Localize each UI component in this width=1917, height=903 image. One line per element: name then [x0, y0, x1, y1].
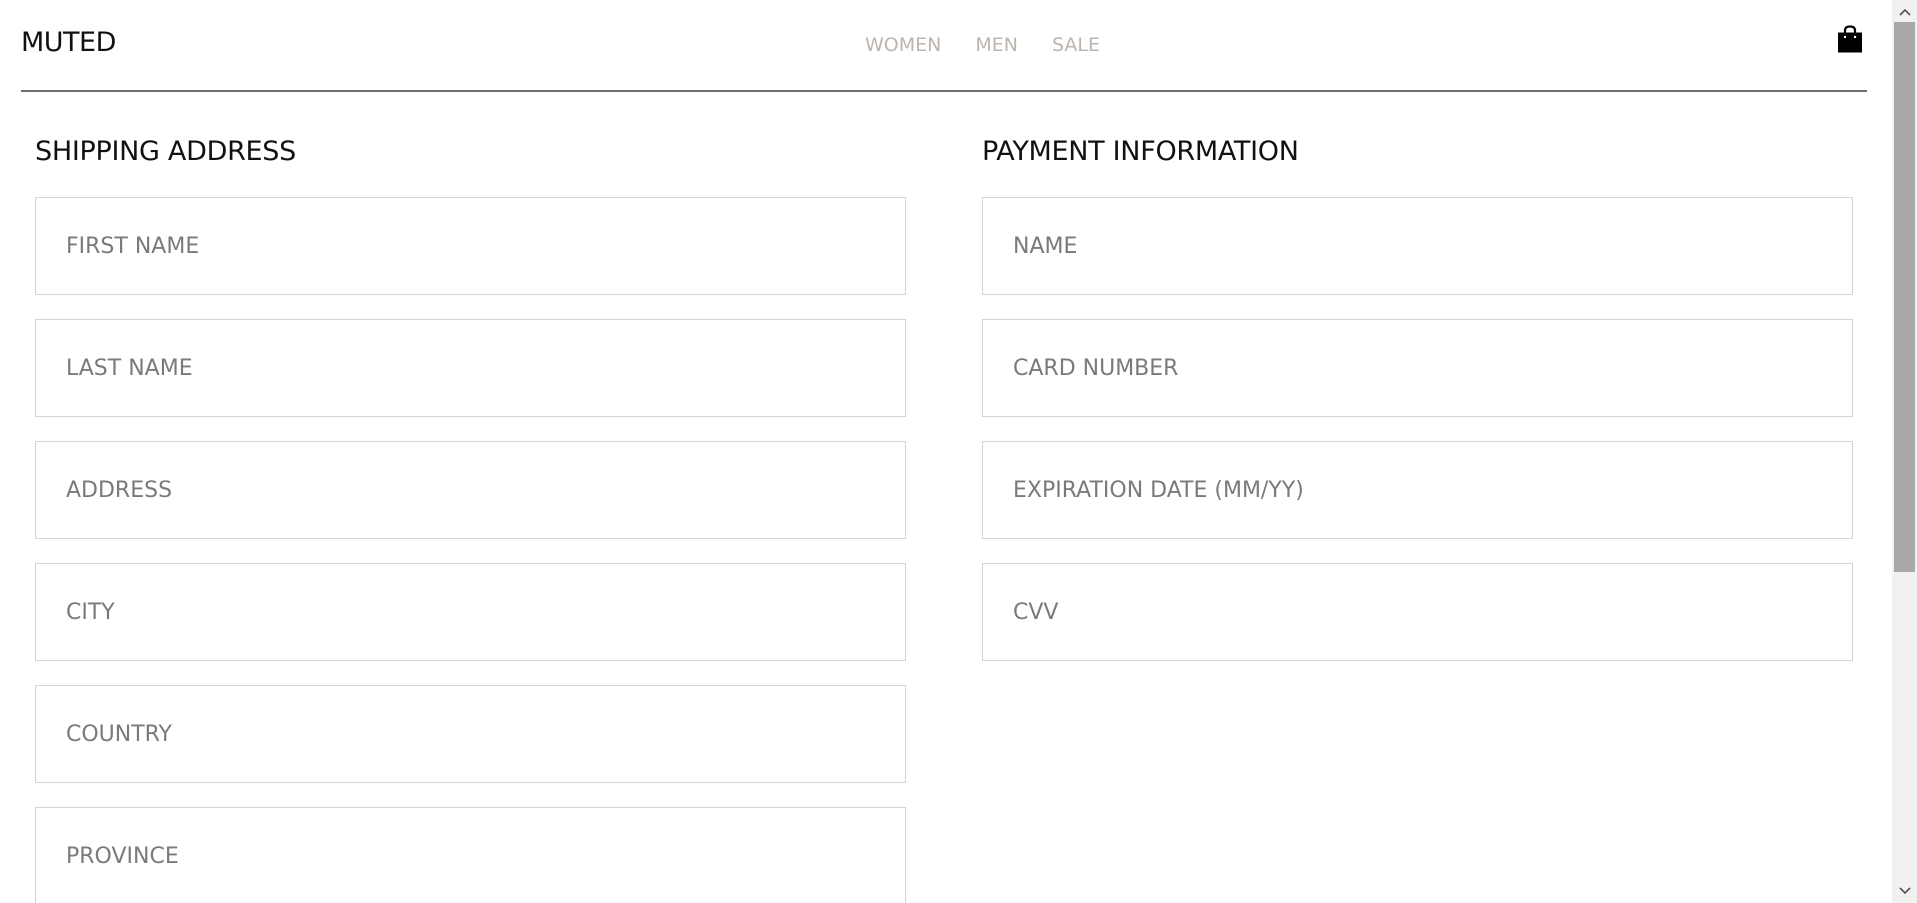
expiration-date-input[interactable]	[983, 442, 1852, 538]
brand-logo[interactable]: MUTED	[21, 27, 116, 59]
first-name-field	[35, 197, 906, 295]
card-number-field	[982, 319, 1853, 417]
cvv-input[interactable]	[983, 564, 1852, 660]
checkout-page: MUTED WOMEN MEN SALE SHIPPING ADDRESS FI…	[0, 0, 1917, 903]
site-header: MUTED WOMEN MEN SALE	[21, 0, 1867, 92]
card-name-input[interactable]	[983, 198, 1852, 294]
shipping-address-title: SHIPPING ADDRESS	[35, 136, 296, 167]
province-input[interactable]	[36, 808, 905, 903]
address-input[interactable]	[36, 442, 905, 538]
nav-link-women[interactable]: WOMEN	[865, 32, 941, 58]
nav-link-men[interactable]: MEN	[975, 32, 1018, 58]
card-number-input[interactable]	[983, 320, 1852, 416]
city-input[interactable]	[36, 564, 905, 660]
city-field	[35, 563, 906, 661]
address-field	[35, 441, 906, 539]
chevron-down-icon[interactable]	[1892, 881, 1917, 901]
shopping-bag-icon[interactable]	[1835, 24, 1865, 54]
first-name-input[interactable]	[36, 198, 905, 294]
country-input[interactable]	[36, 686, 905, 782]
scrollbar-thumb[interactable]	[1894, 22, 1915, 572]
cvv-field	[982, 563, 1853, 661]
last-name-field	[35, 319, 906, 417]
last-name-input[interactable]	[36, 320, 905, 416]
country-field	[35, 685, 906, 783]
page-scrollbar[interactable]	[1892, 0, 1917, 903]
payment-information-title: PAYMENT INFORMATION	[982, 136, 1299, 167]
card-name-field	[982, 197, 1853, 295]
province-field	[35, 807, 906, 903]
nav-link-sale[interactable]: SALE	[1052, 32, 1100, 58]
main-nav: WOMEN MEN SALE	[865, 32, 1134, 58]
expiration-date-field	[982, 441, 1853, 539]
chevron-up-icon[interactable]	[1892, 2, 1917, 22]
